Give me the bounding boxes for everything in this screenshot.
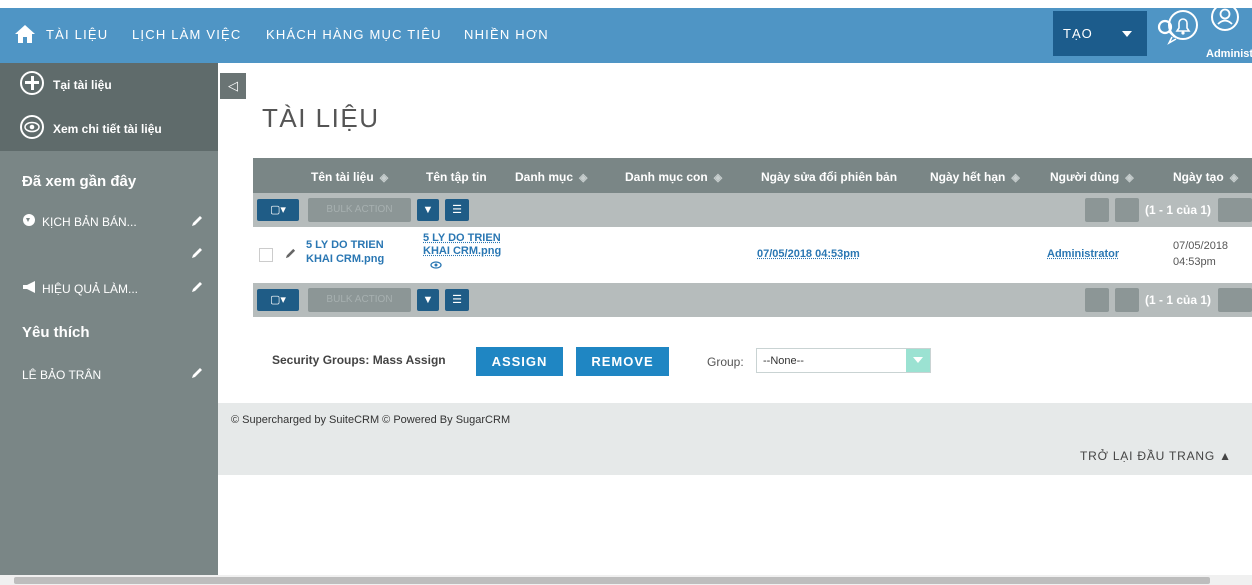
nav-khach-hang-muc-tieu[interactable]: KHÁCH HÀNG MỤC TIÊU	[266, 27, 442, 42]
top-nav: TÀI LIỆU LỊCH LÀM VIỆC KHÁCH HÀNG MỤC TI…	[0, 8, 1252, 63]
column-header-created[interactable]: Ngày tạo ◈	[1173, 170, 1238, 184]
plus-circle-icon	[20, 71, 44, 95]
pagination-text: (1 - 1 của 1)	[1145, 203, 1211, 217]
recent-heading: Đã xem gần đây	[22, 173, 136, 190]
row-checkbox[interactable]	[259, 248, 273, 262]
sidebar-action-create-document[interactable]: Tại tài liệu	[0, 63, 218, 107]
nav-tai-lieu[interactable]: TÀI LIỆU	[46, 27, 108, 42]
favorite-item[interactable]: LÊ BẢO TRÂN	[22, 368, 101, 382]
create-button[interactable]: TẠO	[1053, 11, 1147, 56]
bulk-action-button[interactable]: BULK ACTION	[308, 288, 411, 312]
edit-pencil-icon[interactable]	[191, 367, 203, 379]
column-chooser-icon[interactable]: ☰	[445, 289, 469, 311]
created-date: 07/05/2018 04:53pm	[1173, 238, 1228, 270]
recent-item[interactable]: KỊCH BẢN BÁN...	[42, 215, 137, 229]
pagination-text: (1 - 1 của 1)	[1145, 293, 1211, 307]
document-name-link[interactable]: 5 LY DO TRIEN KHAI CRM.png	[306, 238, 384, 266]
collapse-sidebar-button[interactable]: ◁	[220, 73, 246, 99]
column-header-revision-date[interactable]: Ngày sửa đổi phiên bản	[761, 170, 897, 184]
page-title: TÀI LIỆU	[262, 103, 379, 134]
table-toolbar-bottom: ▢▾ BULK ACTION ▼ ☰ (1 - 1 của 1)	[253, 283, 1252, 317]
edit-pencil-icon[interactable]	[191, 281, 203, 293]
edit-pencil-icon[interactable]	[191, 215, 203, 227]
pagination-prev-button[interactable]	[1115, 288, 1139, 312]
filter-icon[interactable]: ▼	[417, 199, 439, 221]
pagination-prev-button[interactable]	[1115, 198, 1139, 222]
pagination-next-button[interactable]	[1218, 198, 1252, 222]
column-header-category[interactable]: Danh mục ◈	[515, 170, 587, 184]
column-header-user[interactable]: Người dùng ◈	[1050, 170, 1134, 184]
back-to-top-link[interactable]: TRỞ LẠI ĐẦU TRANG ▲	[1080, 449, 1232, 463]
pagination-first-button[interactable]	[1085, 288, 1109, 312]
home-icon[interactable]	[15, 25, 35, 43]
assign-button[interactable]: ASSIGN	[476, 347, 563, 376]
script-icon	[22, 213, 36, 227]
revision-date-link[interactable]: 07/05/2018 04:53pm	[757, 248, 860, 260]
notification-bell-icon[interactable]	[1166, 9, 1200, 45]
megaphone-icon	[22, 281, 38, 293]
group-label: Group:	[707, 355, 744, 369]
sidebar: Tại tài liệu Xem chi tiết tài liệu Đã xe…	[0, 63, 218, 575]
table-toolbar-top: ▢▾ BULK ACTION ▼ ☰ (1 - 1 của 1)	[253, 193, 1252, 227]
column-header-name[interactable]: Tên tài liệu ◈	[311, 170, 388, 184]
file-name-link[interactable]: 5 LY DO TRIEN KHAI CRM.png	[423, 232, 501, 258]
group-select-value: --None--	[763, 355, 804, 367]
column-chooser-icon[interactable]: ☰	[445, 199, 469, 221]
column-header-file[interactable]: Tên tập tin	[426, 170, 487, 184]
preview-eye-icon[interactable]	[430, 261, 442, 269]
bulk-action-button[interactable]: BULK ACTION	[308, 198, 411, 222]
security-groups-label: Security Groups: Mass Assign	[272, 353, 446, 367]
user-avatar-icon[interactable]	[1210, 2, 1240, 32]
nav-lich-lam-viec[interactable]: LỊCH LÀM VIỆC	[132, 27, 242, 42]
select-all-dropdown[interactable]: ▢▾	[257, 289, 299, 311]
footer-copyright: © Supercharged by SuiteCRM © Powered By …	[231, 414, 510, 426]
recent-item[interactable]: HIỆU QUẢ LÀM...	[42, 282, 138, 296]
remove-button[interactable]: REMOVE	[576, 347, 669, 376]
edit-pencil-icon[interactable]	[285, 248, 296, 259]
chevron-down-icon	[906, 349, 930, 372]
sidebar-action-label: Tại tài liệu	[53, 78, 112, 92]
sidebar-action-view-documents[interactable]: Xem chi tiết tài liệu	[0, 107, 218, 151]
filter-icon[interactable]: ▼	[417, 289, 439, 311]
nav-nhieu-hon[interactable]: NHIỀN HƠN	[464, 27, 549, 42]
horizontal-scrollbar[interactable]	[0, 575, 1252, 585]
column-header-expiry[interactable]: Ngày hết hạn ◈	[930, 170, 1020, 184]
scrollbar-thumb[interactable]	[14, 577, 1210, 584]
caret-down-icon	[1122, 31, 1132, 37]
sidebar-action-label: Xem chi tiết tài liệu	[53, 122, 162, 136]
favorites-heading: Yêu thích	[22, 324, 90, 341]
group-select[interactable]: --None--	[756, 348, 931, 373]
footer: © Supercharged by SuiteCRM © Powered By …	[218, 403, 1252, 475]
edit-pencil-icon[interactable]	[191, 247, 203, 259]
create-label: TẠO	[1063, 26, 1093, 41]
eye-circle-icon	[20, 115, 44, 139]
user-link[interactable]: Administrator	[1047, 248, 1119, 260]
table-header: Tên tài liệu ◈ Tên tập tin Danh mục ◈ Danh…	[253, 158, 1252, 193]
table-row: 5 LY DO TRIEN KHAI CRM.png 5 LY DO TRIEN…	[253, 228, 1252, 280]
column-header-subcategory[interactable]: Danh mục con ◈	[625, 170, 722, 184]
user-name[interactable]: Administ	[1206, 48, 1252, 60]
pagination-next-button[interactable]	[1218, 288, 1252, 312]
pagination-first-button[interactable]	[1085, 198, 1109, 222]
select-all-dropdown[interactable]: ▢▾	[257, 199, 299, 221]
